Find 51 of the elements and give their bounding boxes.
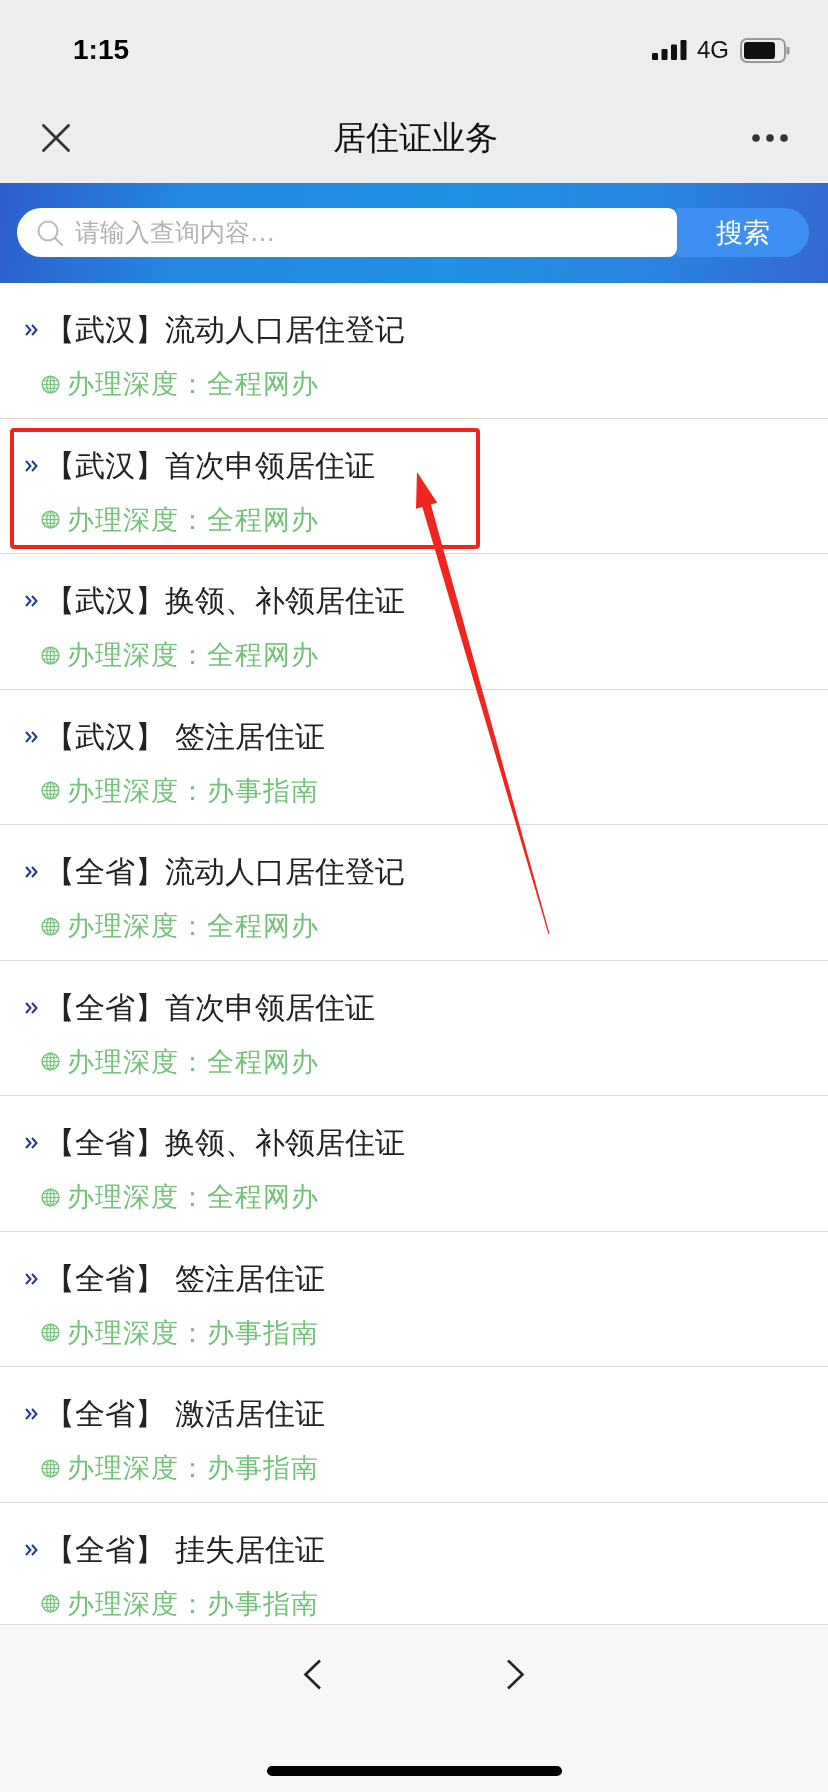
service-link[interactable]: 【武汉】流动人口居住登记 (45, 311, 405, 349)
globe-icon (41, 916, 60, 936)
service-link[interactable]: 【全省】换领、补领居住证 (45, 1124, 405, 1162)
handling-depth: 办理深度：办事指南 (67, 1586, 319, 1621)
page-title: 居住证业务 (332, 116, 498, 159)
service-link[interactable]: 【全省】 激活居住证 (45, 1395, 325, 1433)
double-chevron-icon (25, 324, 38, 336)
double-chevron-icon (25, 866, 38, 878)
handling-depth: 办理深度：全程网办 (67, 502, 319, 537)
network-type: 4G (697, 36, 729, 64)
double-chevron-icon (25, 595, 38, 607)
handling-depth: 办理深度：全程网办 (67, 367, 319, 401)
handling-depth: 办理深度：办事指南 (67, 773, 319, 808)
double-chevron-icon (25, 1408, 38, 1420)
globe-icon (41, 1323, 60, 1342)
back-icon[interactable] (303, 1659, 322, 1690)
service-link[interactable]: 【全省】首次申领居住证 (45, 988, 375, 1027)
globe-icon (41, 645, 60, 665)
battery-icon (740, 37, 790, 63)
handling-depth: 办理深度：全程网办 (67, 638, 319, 672)
service-link[interactable]: 【全省】流动人口居住登记 (45, 853, 405, 891)
double-chevron-icon (25, 1001, 38, 1014)
service-link[interactable]: 【武汉】换领、补领居住证 (45, 582, 405, 620)
double-chevron-icon (25, 459, 38, 472)
more-icon[interactable] (752, 133, 788, 142)
handling-depth: 办理深度：全程网办 (67, 1180, 319, 1214)
service-link[interactable]: 【武汉】首次申领居住证 (45, 446, 375, 485)
search-icon (37, 220, 63, 246)
globe-icon (41, 1458, 60, 1478)
globe-icon (41, 510, 60, 529)
service-link[interactable]: 【全省】 签注居住证 (45, 1259, 325, 1298)
globe-icon (41, 1052, 60, 1071)
handling-depth: 办理深度：办事指南 (67, 1451, 319, 1485)
status-time: 1:15 (73, 33, 130, 67)
globe-icon (41, 374, 60, 394)
double-chevron-icon (25, 1272, 38, 1285)
globe-icon (41, 1594, 60, 1613)
signal-icon (652, 40, 687, 60)
double-chevron-icon (25, 1137, 38, 1149)
handling-depth: 办理深度：办事指南 (67, 1315, 319, 1350)
search-field[interactable]: 请输入查询内容… (17, 208, 677, 257)
service-link[interactable]: 【武汉】 签注居住证 (45, 717, 325, 756)
service-link[interactable]: 【全省】 挂失居住证 (45, 1530, 325, 1569)
globe-icon (41, 781, 60, 800)
globe-icon (41, 1187, 60, 1207)
double-chevron-icon (25, 730, 38, 743)
forward-icon[interactable] (506, 1659, 525, 1690)
handling-depth: 办理深度：全程网办 (67, 909, 319, 943)
close-icon[interactable] (42, 123, 70, 152)
double-chevron-icon (25, 1543, 38, 1556)
handling-depth: 办理深度：全程网办 (67, 1044, 319, 1079)
